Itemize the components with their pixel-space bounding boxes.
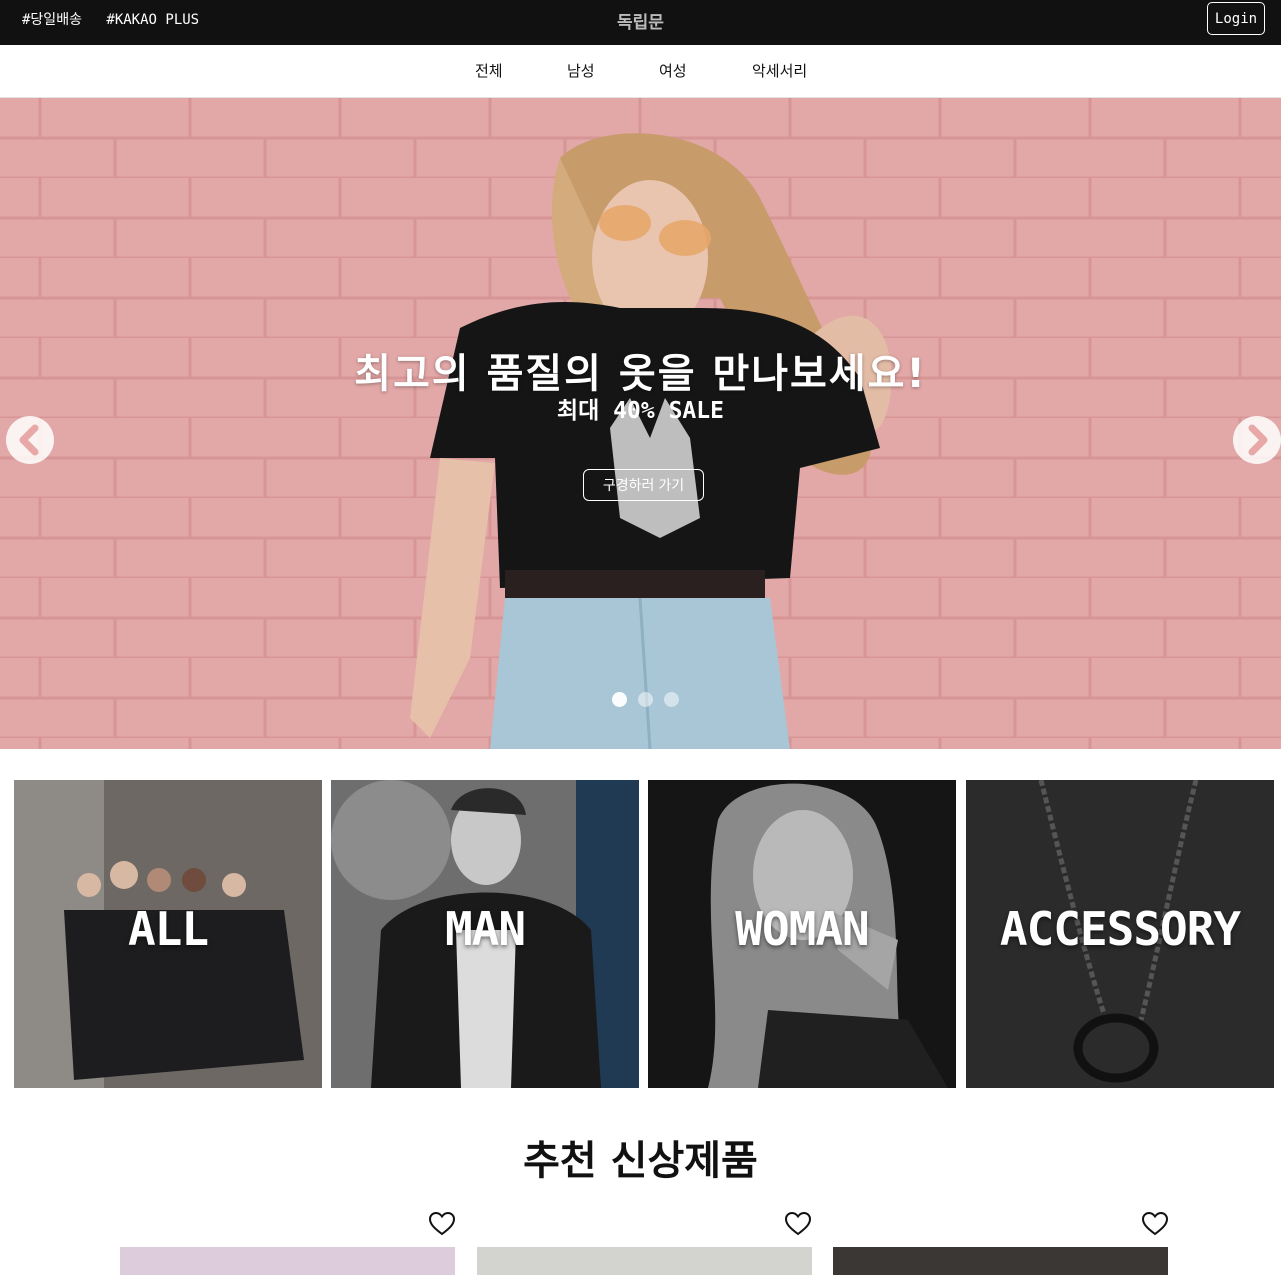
top-bar: #당일배송 #KAKAO PLUS 독립문 Login (0, 0, 1281, 45)
carousel-dot-3[interactable] (664, 692, 679, 707)
product-image[interactable] (833, 1247, 1168, 1275)
carousel-prev-button[interactable] (6, 416, 54, 464)
hero-carousel: 최고의 품질의 옷을 만나보세요! 최대 40% SALE 구경하러 가기 (0, 98, 1281, 749)
heart-icon[interactable] (1142, 1212, 1168, 1236)
category-label-accessory: ACCESSORY (999, 902, 1241, 956)
heart-icon[interactable] (429, 1212, 455, 1236)
product-image[interactable] (477, 1247, 812, 1275)
nav-item-men[interactable]: 남성 (567, 60, 595, 81)
carousel-next-button[interactable] (1233, 416, 1281, 464)
chevron-left-icon (19, 424, 39, 456)
category-tile-all[interactable]: ALL (14, 780, 322, 1088)
tag-kakao-plus[interactable]: #KAKAO PLUS (106, 12, 199, 28)
category-tile-man[interactable]: MAN (331, 780, 639, 1088)
carousel-dot-1[interactable] (612, 692, 627, 707)
product-image[interactable] (120, 1247, 455, 1275)
brand-logo[interactable]: 독립문 (617, 13, 664, 33)
category-label-woman: WOMAN (735, 902, 869, 956)
browse-button[interactable]: 구경하러 가기 (583, 469, 704, 501)
carousel-dot-2[interactable] (638, 692, 653, 707)
login-button[interactable]: Login (1207, 2, 1265, 35)
nav-item-all[interactable]: 전체 (475, 60, 503, 81)
tag-list: #당일배송 #KAKAO PLUS (22, 9, 215, 29)
category-tile-woman[interactable]: WOMAN (648, 780, 956, 1088)
category-tile-accessory[interactable]: ACCESSORY (966, 780, 1274, 1088)
hero-subtitle: 최대 40% SALE (557, 398, 724, 424)
tag-same-day-delivery[interactable]: #당일배송 (22, 12, 82, 28)
category-label-man: MAN (444, 902, 526, 956)
section-title: 추천 신상제품 (523, 1138, 758, 1184)
chevron-right-icon (1248, 424, 1268, 456)
nav-item-accessory[interactable]: 악세서리 (752, 60, 807, 81)
nav-item-women[interactable]: 여성 (659, 60, 687, 81)
category-label-all: ALL (127, 902, 209, 956)
heart-icon[interactable] (785, 1212, 811, 1236)
main-nav: 전체 남성 여성 악세서리 (0, 45, 1281, 98)
